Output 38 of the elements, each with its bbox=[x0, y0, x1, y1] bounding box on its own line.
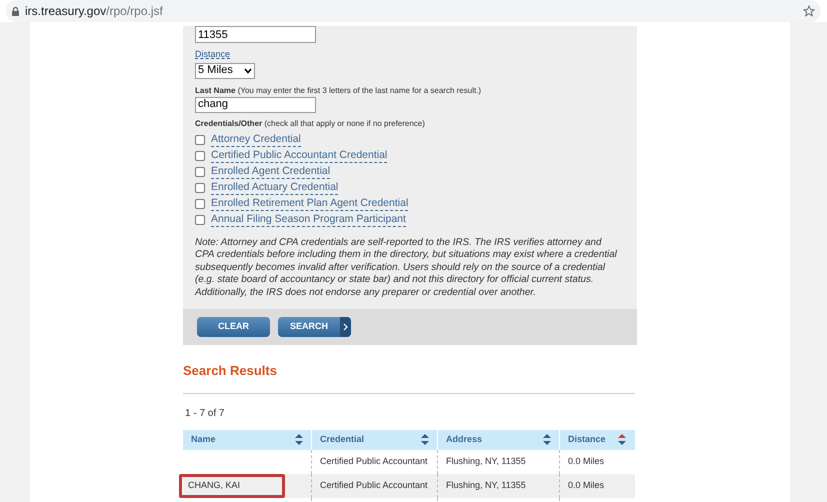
table-cell: 0.0 Miles bbox=[559, 474, 634, 498]
results-heading: Search Results bbox=[183, 362, 278, 380]
checkbox[interactable] bbox=[195, 166, 205, 176]
credentials-label: Credentials/Other (check all that apply or none if no preference) bbox=[195, 118, 426, 130]
credential-option-link[interactable]: Attorney Credential bbox=[211, 132, 301, 146]
search-button[interactable]: SEARCH bbox=[278, 317, 351, 337]
note-text: Note: Attorney and CPA credentials are self-reported to the IRS. The IRS verifies attorney and CPA credentials before including them in the directory, but situations may exist where a credential subsequently becomes invalid after verification. Users should rely on the source of a credential (e.g. state board of accountancy or state bar) and not this directory for official current status. Additionally, the IRS does not endorse any preparer or credential over another. bbox=[195, 236, 618, 299]
url-text: irs.treasury.gov/rpo/rpo.jsf bbox=[25, 3, 164, 20]
table-cell: Flushing, NY, 11355 bbox=[437, 474, 559, 498]
zip-field[interactable]: 11355 bbox=[195, 26, 316, 43]
credential-option-link[interactable]: Enrolled Actuary Credential bbox=[211, 180, 338, 194]
distance-label: Distance bbox=[195, 48, 230, 61]
credential-option-link[interactable]: Certified Public Accountant Credential bbox=[211, 148, 388, 162]
table-cell: Certified Public Accountant bbox=[311, 474, 437, 498]
last-name-field[interactable]: chang bbox=[195, 96, 316, 112]
distance-select[interactable]: 5 Miles bbox=[195, 62, 255, 78]
checkbox[interactable] bbox=[195, 214, 205, 224]
credential-option-link[interactable]: Annual Filing Season Program Participant bbox=[211, 212, 406, 226]
results-count: 1 - 7 of 7 bbox=[185, 406, 226, 420]
address-bar[interactable]: irs.treasury.gov/rpo/rpo.jsf bbox=[6, 0, 821, 22]
name-text: CHANG, KAI bbox=[188, 478, 240, 492]
credential-option-link[interactable]: Enrolled Retirement Plan Agent Credential bbox=[211, 196, 408, 210]
credential-option-link[interactable]: Enrolled Agent Credential bbox=[211, 164, 330, 178]
checkbox[interactable] bbox=[195, 198, 205, 208]
chevron-right-icon bbox=[343, 323, 348, 331]
sort-icon[interactable] bbox=[543, 434, 551, 445]
chevron-down-icon bbox=[244, 68, 252, 74]
lock-icon bbox=[12, 6, 19, 16]
last-name-label: Last Name (You may enter the first 3 letters of the last name for a search result.) bbox=[195, 84, 482, 96]
star-icon[interactable] bbox=[803, 5, 815, 17]
clear-button[interactable]: CLEAR bbox=[197, 317, 270, 337]
column-header[interactable]: Name bbox=[183, 430, 311, 450]
sort-icon[interactable] bbox=[295, 434, 303, 445]
sort-icon[interactable] bbox=[618, 434, 626, 445]
sort-icon[interactable] bbox=[421, 434, 429, 445]
checkbox[interactable] bbox=[195, 150, 205, 160]
checkbox[interactable] bbox=[195, 182, 205, 192]
checkbox[interactable] bbox=[195, 134, 205, 144]
